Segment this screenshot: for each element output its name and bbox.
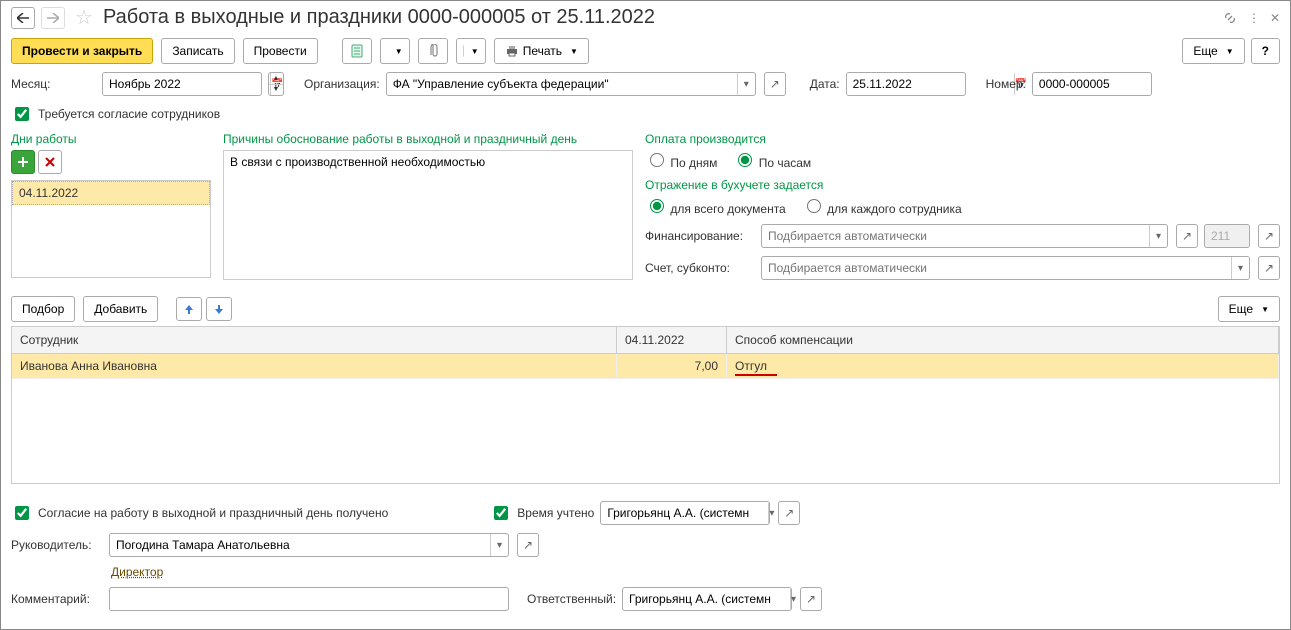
manager-input[interactable]: ▾ xyxy=(109,533,509,557)
time-user-value[interactable] xyxy=(601,502,768,524)
time-counted-label: Время учтено xyxy=(517,506,594,520)
responsible-label: Ответственный: xyxy=(527,592,616,606)
printer-icon xyxy=(505,45,519,57)
delete-day-button[interactable] xyxy=(38,150,62,174)
days-list-item[interactable]: 04.11.2022 xyxy=(12,181,210,205)
nav-back-button[interactable] xyxy=(11,7,35,29)
responsible-dropdown-icon[interactable]: ▾ xyxy=(790,588,796,610)
account-label: Счет, субконто: xyxy=(645,261,755,275)
reason-textarea[interactable] xyxy=(223,150,633,280)
financing-dropdown-icon[interactable]: ▾ xyxy=(1149,225,1167,247)
month-label: Месяц: xyxy=(11,77,96,91)
org-label: Организация: xyxy=(304,77,380,91)
time-user-dropdown-icon[interactable]: ▾ xyxy=(768,502,774,524)
org-input[interactable]: ▾ xyxy=(386,72,756,96)
number-input[interactable] xyxy=(1032,72,1152,96)
month-down-button[interactable]: ▼ xyxy=(269,84,283,96)
consent-received-label: Согласие на работу в выходной и празднич… xyxy=(38,506,388,520)
print-button[interactable]: Печать xyxy=(494,38,589,64)
financing-input[interactable]: ▾ xyxy=(761,224,1168,248)
accounting-per-emp-radio[interactable]: для каждого сотрудника xyxy=(802,196,962,216)
report-icon-button[interactable] xyxy=(342,38,372,64)
org-value[interactable] xyxy=(387,73,737,95)
add-day-button[interactable] xyxy=(11,150,35,174)
link-icon[interactable] xyxy=(1222,10,1238,26)
manager-open-button[interactable]: ↗ xyxy=(517,533,539,557)
financing-open-button[interactable]: ↗ xyxy=(1176,224,1198,248)
time-user-input[interactable]: ▾ xyxy=(600,501,770,525)
th-employee[interactable]: Сотрудник xyxy=(12,327,617,353)
move-up-button[interactable] xyxy=(176,297,202,321)
more-button[interactable]: Еще xyxy=(1182,38,1244,64)
comment-input[interactable] xyxy=(109,587,509,611)
org-dropdown-icon[interactable]: ▾ xyxy=(737,73,755,95)
date-label: Дата: xyxy=(810,77,840,91)
attach-icon-button[interactable] xyxy=(418,38,448,64)
payment-by-hours-radio[interactable]: По часам xyxy=(733,150,811,170)
th-compensation[interactable]: Способ компенсации xyxy=(727,327,1279,353)
account-dropdown-icon[interactable]: ▾ xyxy=(1231,257,1249,279)
payment-by-days-radio[interactable]: По дням xyxy=(645,150,717,170)
employees-table[interactable]: Сотрудник 04.11.2022 Способ компенсации … xyxy=(11,326,1280,484)
responsible-value[interactable] xyxy=(623,588,790,610)
director-link[interactable]: Директор xyxy=(111,565,163,579)
table-row[interactable]: Иванова Анна Ивановна 7,00 Отгул xyxy=(12,354,1279,379)
nav-forward-button[interactable] xyxy=(41,7,65,29)
manager-dropdown-icon[interactable]: ▾ xyxy=(490,534,508,556)
time-user-open-button[interactable]: ↗ xyxy=(778,501,800,525)
comment-value[interactable] xyxy=(110,588,508,610)
help-button[interactable]: ? xyxy=(1251,38,1280,64)
page-title: Работа в выходные и праздники 0000-00000… xyxy=(103,6,1216,29)
org-open-button[interactable]: ↗ xyxy=(764,72,786,96)
cell-employee[interactable]: Иванова Анна Ивановна xyxy=(12,354,617,379)
print-label: Печать xyxy=(523,44,562,58)
reason-label: Причины обоснование работы в выходной и … xyxy=(223,132,633,146)
save-button[interactable]: Записать xyxy=(161,38,234,64)
month-value[interactable] xyxy=(103,73,270,95)
payment-label: Оплата производится xyxy=(645,132,1280,146)
manager-value[interactable] xyxy=(110,534,490,556)
cell-compensation[interactable]: Отгул xyxy=(727,354,1279,379)
favorite-star-icon[interactable]: ☆ xyxy=(75,5,93,30)
table-more-button[interactable]: Еще xyxy=(1218,296,1280,322)
spellcheck-underline xyxy=(735,374,777,376)
create-basis-icon-button[interactable] xyxy=(456,38,486,64)
add-row-button[interactable]: Добавить xyxy=(83,296,158,322)
edit-icon-button[interactable] xyxy=(380,38,410,64)
stat-code-input: ▾ xyxy=(1204,224,1250,248)
th-date[interactable]: 04.11.2022 xyxy=(617,327,727,353)
account-input[interactable]: ▾ xyxy=(761,256,1250,280)
comment-label: Комментарий: xyxy=(11,592,103,606)
days-label: Дни работы xyxy=(11,132,211,146)
stat-code-open-button[interactable]: ↗ xyxy=(1258,224,1280,248)
move-down-button[interactable] xyxy=(206,297,232,321)
pick-button[interactable]: Подбор xyxy=(11,296,75,322)
cell-compensation-text: Отгул xyxy=(735,359,767,373)
consent-required-label: Требуется согласие сотрудников xyxy=(38,107,220,121)
consent-required-checkbox[interactable] xyxy=(15,107,29,121)
close-icon[interactable]: ✕ xyxy=(1270,11,1280,25)
consent-received-checkbox[interactable] xyxy=(15,506,29,520)
account-value[interactable] xyxy=(762,257,1231,279)
account-open-button[interactable]: ↗ xyxy=(1258,256,1280,280)
post-button[interactable]: Провести xyxy=(243,38,318,64)
days-list[interactable]: 04.11.2022 xyxy=(11,180,211,278)
responsible-open-button[interactable]: ↗ xyxy=(800,587,822,611)
time-counted-checkbox[interactable] xyxy=(494,506,508,520)
accounting-whole-doc-radio[interactable]: для всего документа xyxy=(645,196,786,216)
number-value[interactable] xyxy=(1033,73,1200,95)
number-label: Номер: xyxy=(986,77,1026,91)
financing-value[interactable] xyxy=(762,225,1149,247)
post-and-close-button[interactable]: Провести и закрыть xyxy=(11,38,153,64)
date-input[interactable]: 📅 xyxy=(846,72,966,96)
more-actions-icon[interactable]: ⋮ xyxy=(1248,11,1260,25)
responsible-input[interactable]: ▾ xyxy=(622,587,792,611)
month-input[interactable]: 📅 xyxy=(102,72,262,96)
manager-label: Руководитель: xyxy=(11,538,103,552)
cell-value[interactable]: 7,00 xyxy=(617,354,727,379)
financing-label: Финансирование: xyxy=(645,229,755,243)
month-up-button[interactable]: ▲ xyxy=(269,73,283,84)
accounting-label: Отражение в бухучете задается xyxy=(645,178,1280,192)
